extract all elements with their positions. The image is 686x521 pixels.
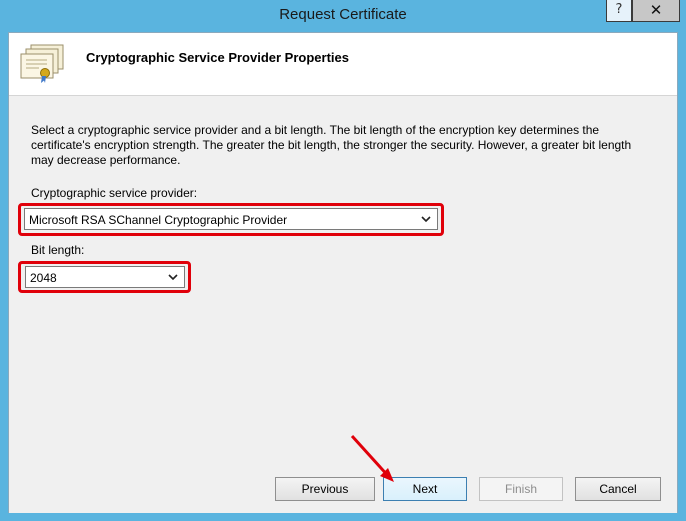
finish-button[interactable]: Finish [479, 477, 563, 501]
cancel-button[interactable]: Cancel [575, 477, 661, 501]
provider-label: Cryptographic service provider: [31, 186, 198, 200]
wizard-content: Select a cryptographic service provider … [9, 96, 677, 476]
page-title: Cryptographic Service Provider Propertie… [86, 50, 349, 65]
bitlength-select[interactable]: 2048 [25, 266, 185, 288]
close-button[interactable]: ✕ [632, 0, 680, 22]
certificate-stack-icon [20, 44, 64, 83]
request-certificate-window: Request Certificate ? ✕ Cryptographic Se… [0, 0, 686, 521]
dialog-client-area: Cryptographic Service Provider Propertie… [8, 32, 678, 513]
chevron-down-icon [168, 274, 178, 281]
button-bar: Previous Next Finish Cancel [9, 469, 677, 513]
description-text: Select a cryptographic service provider … [31, 123, 632, 167]
chevron-down-icon [421, 216, 431, 223]
bitlength-label: Bit length: [31, 243, 85, 257]
previous-button[interactable]: Previous [275, 477, 375, 501]
next-button[interactable]: Next [383, 477, 467, 501]
provider-select[interactable]: Microsoft RSA SChannel Cryptographic Pro… [24, 208, 438, 230]
wizard-header: Cryptographic Service Provider Propertie… [9, 33, 677, 96]
window-title: Request Certificate [279, 6, 407, 23]
provider-select-value: Microsoft RSA SChannel Cryptographic Pro… [29, 213, 288, 227]
bitlength-select-value: 2048 [30, 271, 57, 285]
title-bar: Request Certificate ? ✕ [0, 0, 686, 32]
help-button[interactable]: ? [606, 0, 632, 22]
